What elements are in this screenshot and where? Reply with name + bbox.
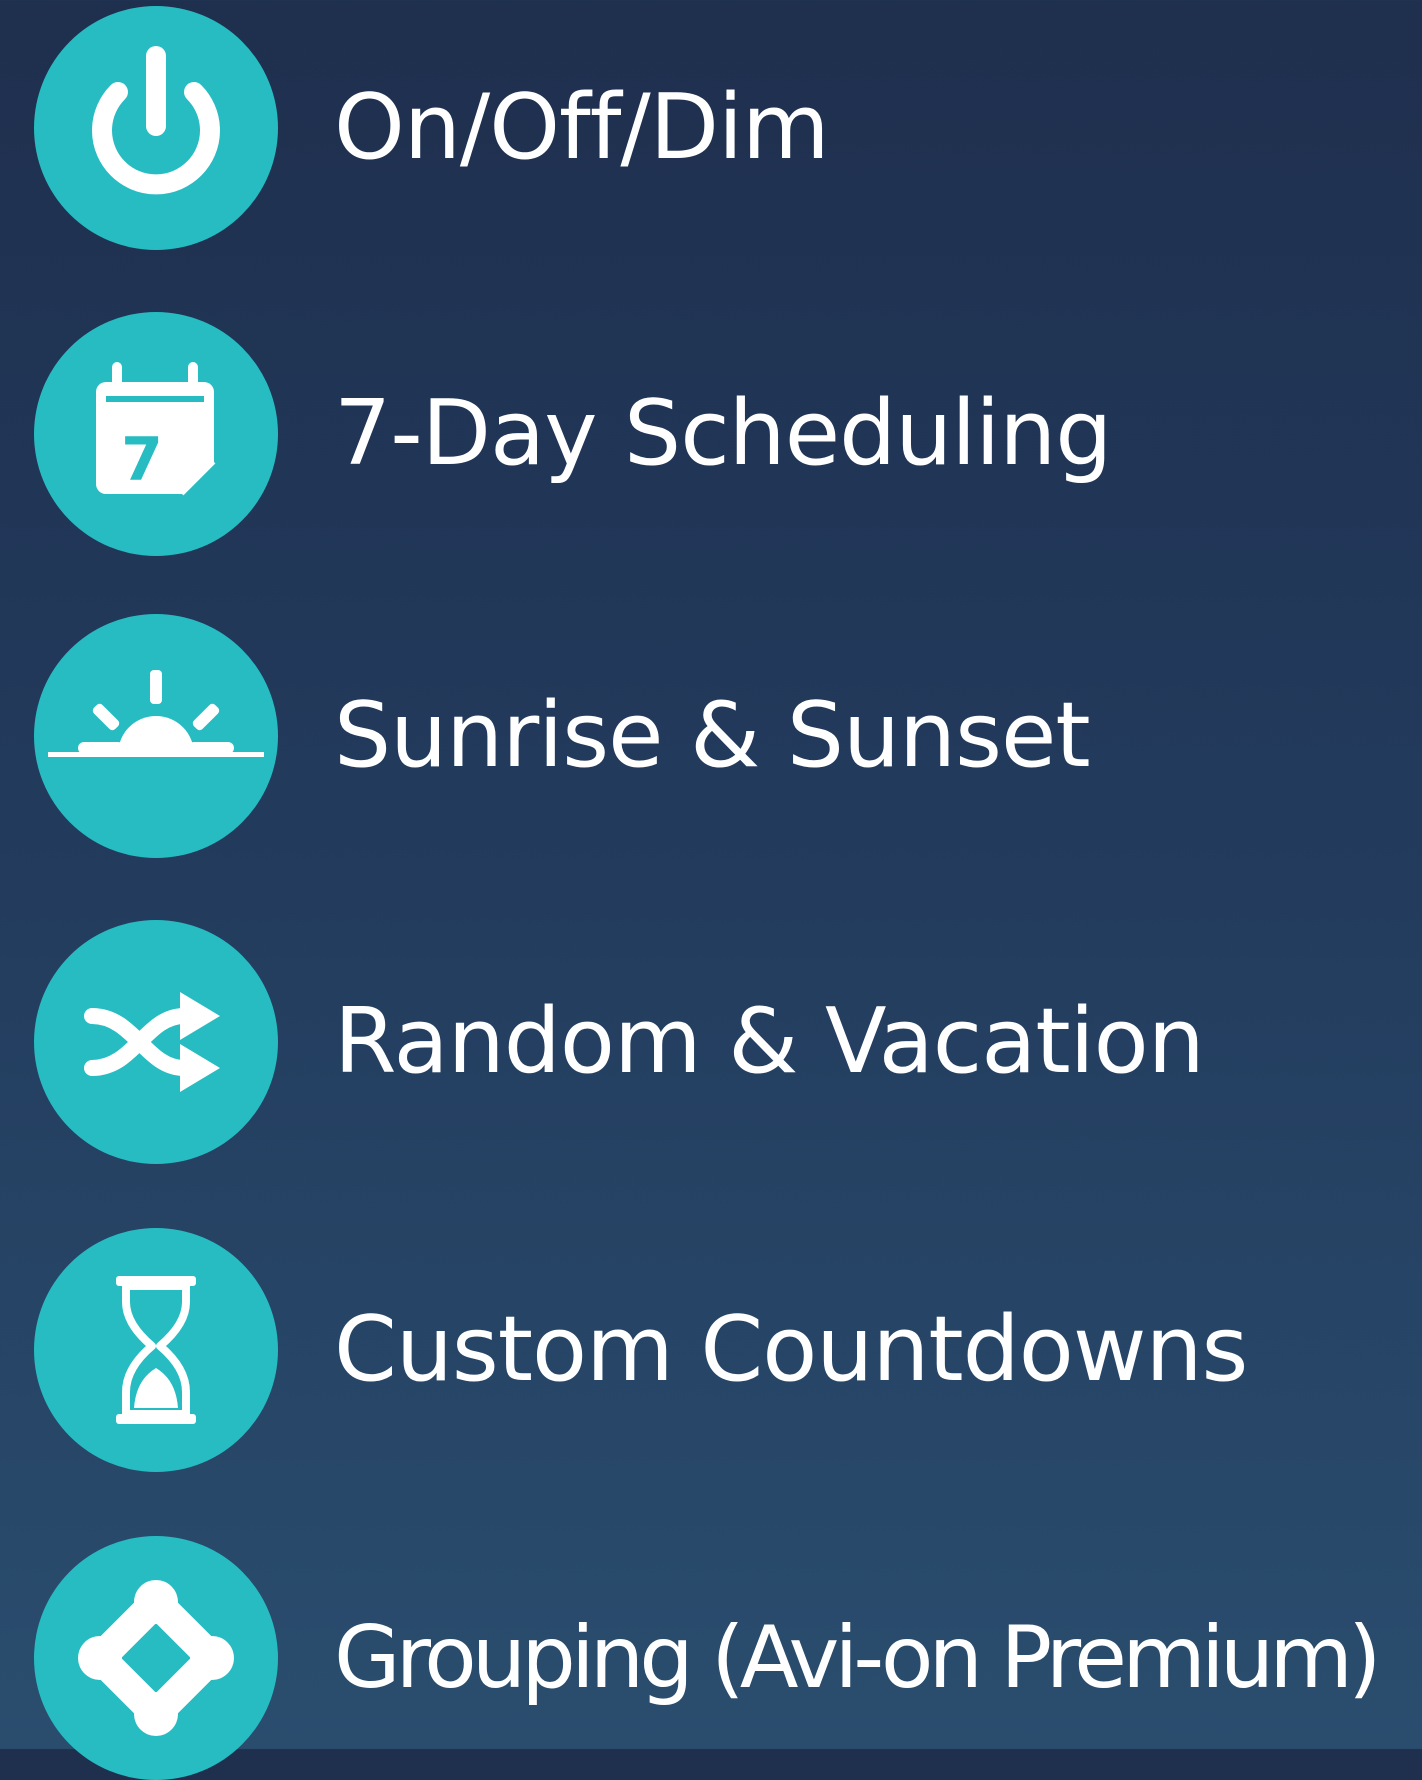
calendar-icon: 7 [34,312,278,556]
feature-list: On/Off/Dim 7 7-Day Scheduling Sunrise & … [0,0,1422,1780]
feature-item-custom-countdowns: Custom Countdowns [34,1228,1248,1472]
sunrise-icon [34,614,278,858]
feature-label: On/Off/Dim [334,75,830,180]
feature-label: Grouping (Avi-on Premium) [334,1608,1382,1708]
feature-item-on-off-dim: On/Off/Dim [34,6,830,250]
feature-label: 7-Day Scheduling [334,381,1112,486]
hourglass-icon [34,1228,278,1472]
feature-label: Sunrise & Sunset [334,683,1091,788]
shuffle-icon [34,920,278,1164]
grouping-icon [34,1536,278,1780]
feature-label: Custom Countdowns [334,1297,1248,1402]
feature-item-sunrise-sunset: Sunrise & Sunset [34,614,1091,858]
calendar-day-number: 7 [121,425,163,495]
feature-item-grouping: Grouping (Avi-on Premium) [34,1536,1382,1780]
feature-item-7-day-scheduling: 7 7-Day Scheduling [34,312,1112,556]
feature-item-random-vacation: Random & Vacation [34,920,1205,1164]
power-icon [34,6,278,250]
feature-label: Random & Vacation [334,989,1205,1094]
